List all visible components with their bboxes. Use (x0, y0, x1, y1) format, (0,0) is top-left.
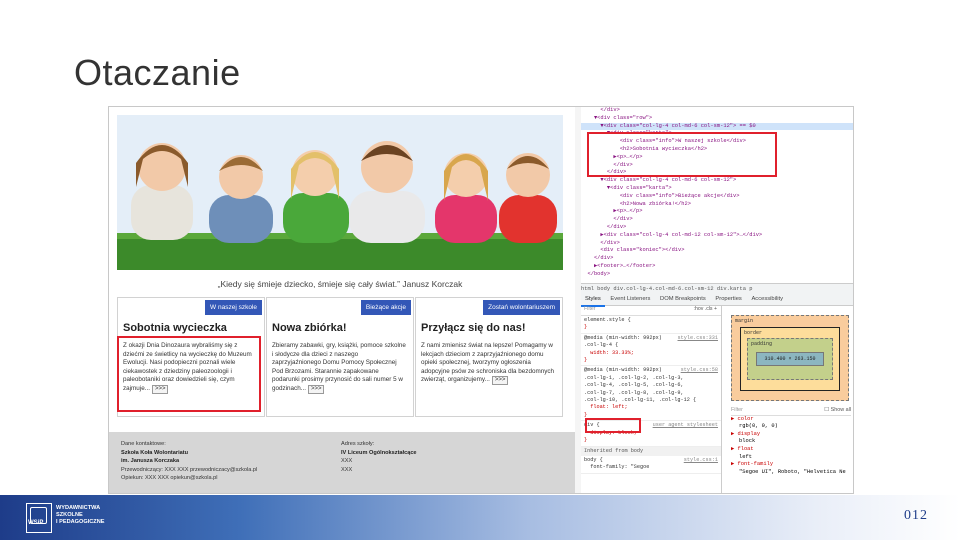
computed-property[interactable]: ▶ display block (731, 431, 851, 446)
footer-line: Szkoła Koła Wolontariatu (121, 449, 189, 456)
computed-property[interactable]: ▶ color rgb(0, 0, 0) (731, 416, 851, 431)
logo-brand: WSiP (28, 520, 44, 526)
tab-properties[interactable]: Properties (711, 294, 745, 305)
rule-text: body { font-family: "Segoe (584, 456, 650, 471)
dom-node-line[interactable]: ▶<p>…</p> (581, 208, 853, 216)
card-text-body: Zbieramy zabawki, gry, książki, pomoce s… (272, 342, 406, 392)
footer-address: Adres szkoły: IV Liceum Ogólnokształcące… (341, 440, 417, 474)
styles-panel: Filter:hov .cls + element.style { } style… (581, 306, 722, 493)
rule-declarations[interactable]: } (584, 324, 587, 330)
footer-line: Opiekun: XXX XXX opiekun@szkola.pl (121, 475, 218, 481)
dom-node-line[interactable]: ▼<div class="col-lg-4 col-md-6 col-sm-12… (581, 177, 853, 185)
devtools-tabs: Styles Event Listeners DOM Breakpoints P… (581, 294, 853, 307)
rule-selector: @media (min-width: 992px) .col-lg-4 { (584, 334, 662, 349)
card-text: Z nami zmienisz świat na lepsze! Pomagam… (421, 342, 557, 386)
highlight-float-box (585, 418, 641, 433)
card-text-body: Z nami zmienisz świat na lepsze! Pomagam… (421, 342, 555, 384)
dom-node-line[interactable]: </div> (581, 240, 853, 248)
dom-node-line[interactable]: ▼<div class="karta"> (581, 185, 853, 193)
publisher-logo-icon (26, 503, 52, 533)
tab-dom-breakpoints[interactable]: DOM Breakpoints (656, 294, 710, 305)
footer-line: XXX (341, 458, 353, 464)
box-model-content: 310.400 × 263.150 (756, 352, 824, 366)
rule-source-link[interactable]: style.css:58 (681, 367, 718, 374)
card-category-button[interactable]: Zostań wolontariuszem (483, 300, 560, 315)
computed-property[interactable]: ▶ float left (731, 446, 851, 461)
card-category-button[interactable]: Bieżące akcje (360, 300, 411, 315)
read-more-button[interactable]: >>> (491, 376, 509, 386)
footer-line: XXX (341, 466, 353, 473)
rule-source-link[interactable]: style.css:331 (678, 335, 718, 342)
css-rule: style.css:58 @media (min-width: 992px) .c… (581, 366, 721, 422)
dom-node-line[interactable]: </body> (581, 271, 853, 279)
dom-node-line[interactable]: </div> (581, 255, 853, 263)
dom-node-line[interactable]: ▼<div class="row"> (581, 115, 853, 123)
rule-declarations[interactable]: float: left; } (584, 404, 628, 417)
padding-label: padding (751, 341, 773, 347)
devtools-pane: </div> ▼<div class="row"> ▼<div class="c… (581, 107, 853, 493)
box-model-margin: margin border padding 310.400 × 263.150 (731, 315, 849, 401)
box-model-padding: padding 310.400 × 263.150 (747, 338, 833, 380)
footer-heading: Dane kontaktowe: (121, 441, 166, 447)
logo-text: WYDAWNICTWA SZKOLNE I PEDAGOGICZNE (56, 505, 105, 525)
bottom-bar: WSiP WYDAWNICTWA SZKOLNE I PEDAGOGICZNE … (0, 495, 960, 540)
read-more-button[interactable]: >>> (307, 384, 325, 394)
show-all-checkbox[interactable]: ☐ Show all (824, 407, 851, 415)
footer-line: Przewodniczący: XXX XXX przewodniczacy@s… (121, 466, 258, 473)
site-footer: Dane kontaktowe: Szkoła Koła Wolontariat… (109, 432, 575, 493)
slide-title: Otaczanie (74, 52, 241, 93)
dom-node-line[interactable]: ▼<div class="col-lg-4 col-md-6 col-sm-12… (581, 122, 853, 131)
rule-declarations[interactable]: width: 33.33%; } (584, 350, 634, 363)
dom-node-line[interactable]: <div class="info">Bieżące akcje</div> (581, 193, 853, 201)
css-rule: style.css:331 @media (min-width: 992px) .… (581, 334, 721, 367)
quote-text: „Kiedy się śmieje dziecko, śmieje się ca… (217, 279, 463, 289)
card-title: Sobotnia wycieczka (123, 322, 227, 334)
hero-image (117, 115, 563, 270)
rule-source-link[interactable]: user agent stylesheet (653, 422, 718, 429)
computed-list: ▶ color rgb(0, 0, 0) ▶ display block ▶ float… (731, 416, 851, 477)
border-label: border (744, 330, 763, 336)
dom-breadcrumbs[interactable]: html body div.col-lg-4.col-md-6.col-sm-1… (581, 283, 853, 294)
rule-selector: @media (min-width: 992px) .col-lg-1, .co… (584, 367, 697, 404)
box-model-border: border padding 310.400 × 263.150 (740, 327, 840, 391)
styles-filter-input[interactable]: Filter :hov .cls + (581, 306, 721, 316)
inherited-label: Inherited from body (581, 446, 721, 456)
computed-filter[interactable]: Filter ☐ Show all (731, 407, 851, 416)
css-rule: element.style { } (581, 316, 721, 334)
tab-accessibility[interactable]: Accessibility (747, 294, 787, 305)
card-przylacz: Zostań wolontariuszem Przyłącz się do na… (415, 297, 563, 417)
filter-placeholder: Filter (584, 306, 596, 312)
card-title: Przyłącz się do nas! (421, 322, 526, 334)
website-pane: „Kiedy się śmieje dziecko, śmieje się ca… (109, 107, 575, 493)
margin-label: margin (735, 318, 754, 324)
card-title: Nowa zbiórka! (272, 322, 347, 334)
dom-node-line[interactable]: </div> (581, 107, 853, 115)
screenshot-frame: „Kiedy się śmieje dziecko, śmieje się ca… (108, 106, 854, 494)
card-category-button[interactable]: W naszej szkole (205, 300, 262, 315)
tab-event-listeners[interactable]: Event Listeners (606, 294, 654, 305)
footer-line: im. Janusza Korczaka (121, 458, 180, 464)
rule-source-link[interactable]: style.css:1 (684, 457, 718, 464)
footer-line: IV Liceum Ogólnokształcące (341, 449, 417, 456)
css-rule-inherited: style.css:1 body { font-family: "Segoe (581, 456, 721, 474)
dom-node-line[interactable]: <div class="koniec"></div> (581, 247, 853, 255)
card-zbiorka: Bieżące akcje Nowa zbiórka! Zbieramy zab… (266, 297, 414, 417)
computed-property[interactable]: ▶ font-family "Segoe UI", Roboto, "Helvet… (731, 461, 851, 476)
dom-node-line[interactable]: ▶<footer>…</footer> (581, 263, 853, 271)
rule-selector: element.style { (584, 317, 631, 323)
highlight-paragraph-box (117, 336, 261, 412)
dom-node-line[interactable]: <h2>Nowa zbiórka!</h2> (581, 201, 853, 209)
highlight-dom-box (587, 132, 777, 177)
footer-contact: Dane kontaktowe: Szkoła Koła Wolontariat… (121, 440, 257, 483)
dom-node-line[interactable]: </div> (581, 216, 853, 224)
page-number: 012 (904, 508, 928, 523)
computed-panel: Filter ☐ Show all ▶ color rgb(0, 0, 0) ▶ di… (731, 407, 851, 476)
dom-node-line[interactable]: ▶<div class="col-lg-4 col-md-12 col-sm-1… (581, 232, 853, 240)
card-text: Zbieramy zabawki, gry, książki, pomoce s… (272, 342, 408, 394)
dom-node-line[interactable]: </div> (581, 224, 853, 232)
footer-heading: Adres szkoły: (341, 441, 375, 447)
hov-cls-buttons[interactable]: :hov .cls + (694, 306, 722, 313)
